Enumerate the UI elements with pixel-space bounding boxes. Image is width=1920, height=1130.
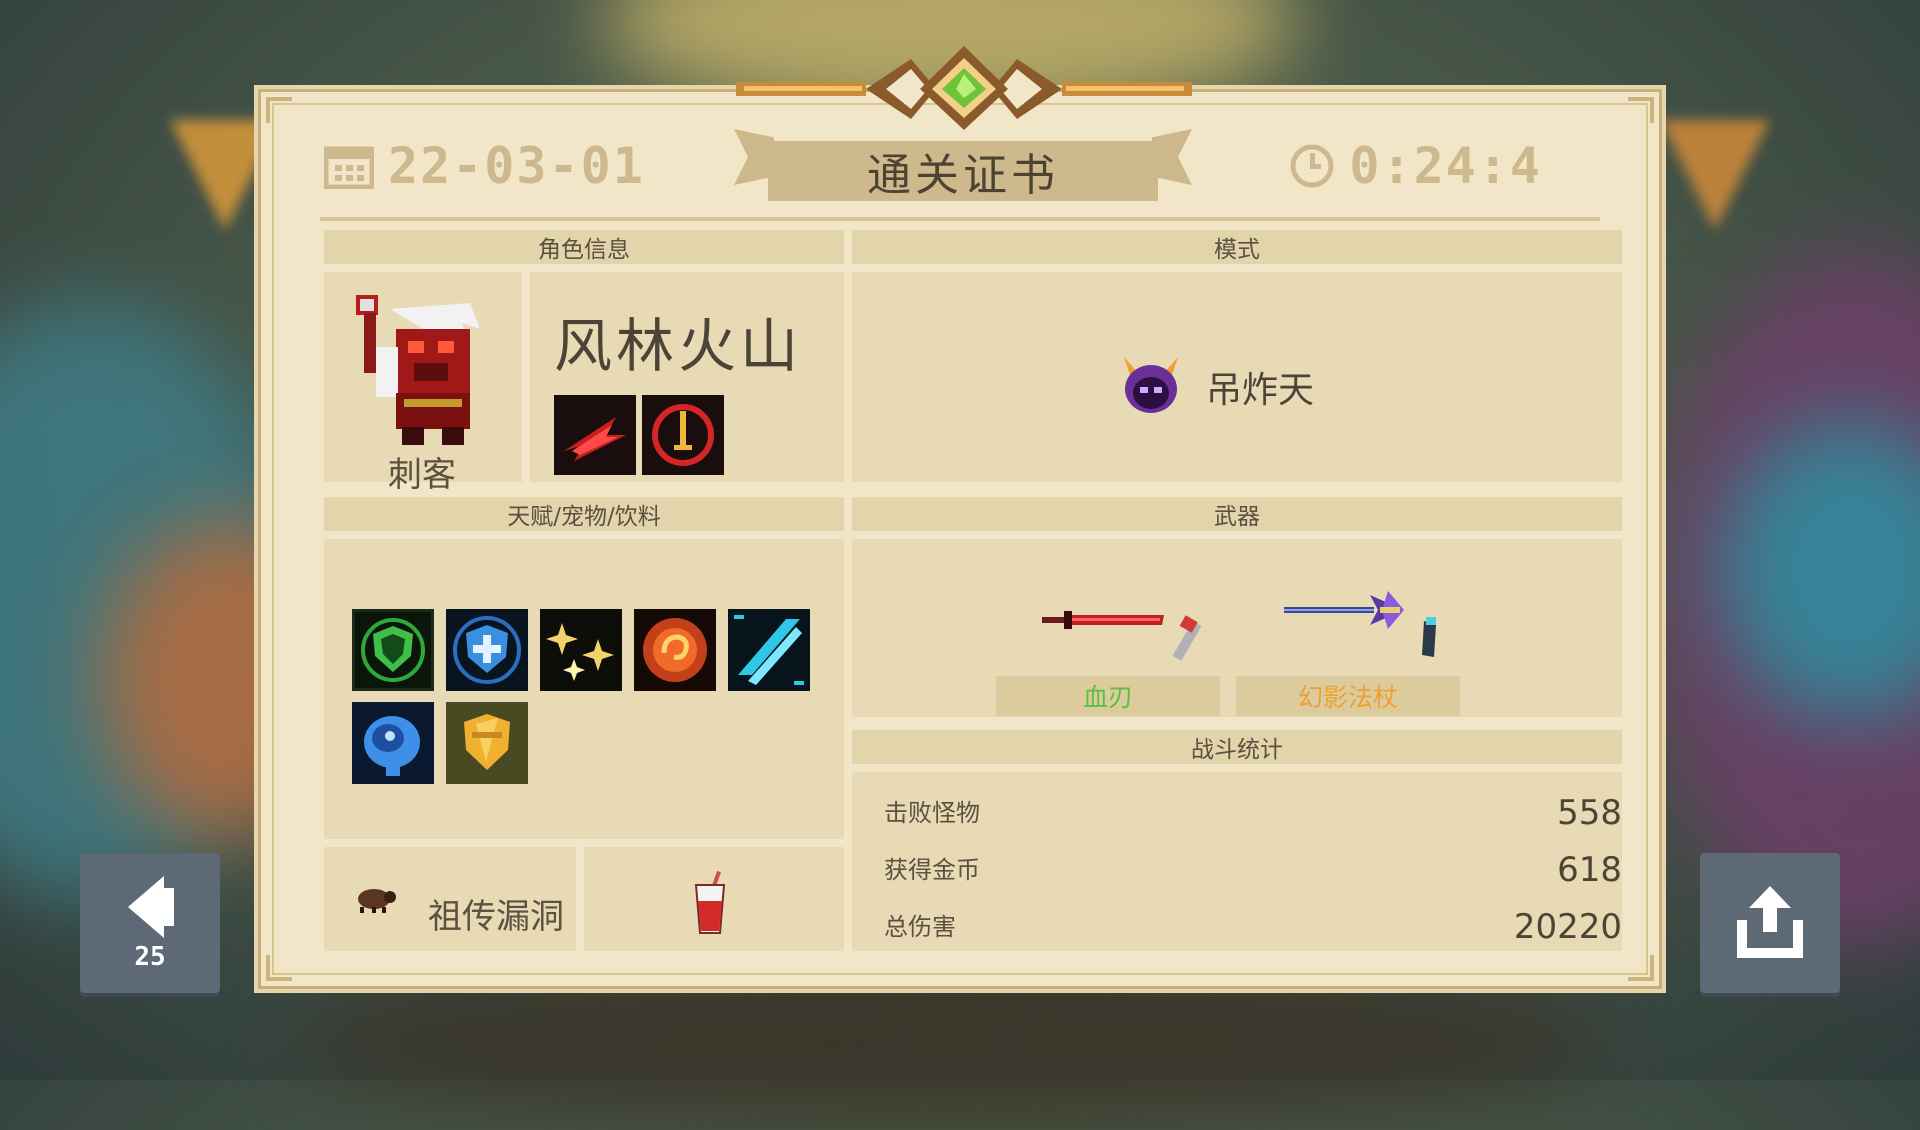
- stat-label: 击败怪物: [884, 799, 980, 827]
- character-class: 刺客: [388, 455, 456, 495]
- stat-value: 20220: [1513, 907, 1622, 947]
- stat-value: 558: [1557, 793, 1622, 833]
- stat-label: 获得金币: [884, 856, 980, 884]
- cyan-slash-icon: [728, 609, 810, 691]
- sparkle-burst-icon: [540, 609, 622, 691]
- mode-name: 吊炸天: [1206, 370, 1315, 411]
- section-header-weapons: 武器: [852, 497, 1622, 531]
- blood-blade-icon: [1042, 611, 1202, 661]
- divider: [320, 217, 1600, 221]
- stat-label: 总伤害: [884, 913, 956, 941]
- title-ribbon: 通关证书: [734, 129, 1192, 201]
- corner-ornament: [266, 97, 292, 123]
- gold-shield-icon: [446, 702, 528, 784]
- corner-ornament: [1628, 955, 1654, 981]
- fire-swirl-icon: [634, 609, 716, 691]
- calendar-icon: [324, 146, 374, 189]
- stat-row-monsters-defeated: 击败怪物 558: [884, 793, 1622, 833]
- green-shield-icon: [352, 609, 434, 691]
- back-counter: 25: [134, 942, 166, 972]
- page-title: 通关证书: [867, 150, 1059, 201]
- date-display: 22-03-01: [324, 137, 645, 195]
- pet-name: 祖传漏洞: [428, 897, 564, 937]
- stat-value: 618: [1557, 850, 1622, 890]
- back-button[interactable]: 25: [80, 853, 220, 993]
- section-header-character-info: 角色信息: [324, 230, 844, 264]
- blue-shield-cross-icon: [446, 609, 528, 691]
- purple-demon-helmet-icon: [1124, 357, 1178, 413]
- share-icon: [1737, 886, 1803, 958]
- weapon-label: 血刃: [1082, 683, 1133, 712]
- clock-icon: [1290, 144, 1334, 188]
- corner-ornament: [266, 955, 292, 981]
- back-arrow-icon: [128, 876, 174, 938]
- stat-row-gold-earned: 获得金币 618: [884, 850, 1622, 890]
- phantom-staff-icon: [1284, 591, 1436, 657]
- time-display: 0:24:4: [1289, 137, 1542, 195]
- weapon-label: 幻影法杖: [1297, 683, 1398, 712]
- character-skin-name: 风林火山: [554, 312, 803, 380]
- gem-ornament-icon: [736, 46, 1192, 130]
- section-header-mode: 模式: [852, 230, 1622, 264]
- section-header-battle-stats: 战斗统计: [852, 730, 1622, 764]
- red-drink-cup-icon: [694, 871, 726, 934]
- date-value: 22-03-01: [388, 137, 645, 195]
- time-value: 0:24:4: [1349, 137, 1542, 195]
- clear-certificate-card: 22-03-01 通关证书 0:24:4 角色信息 刺客 风林火山 模式 吊炸天…: [254, 46, 1666, 993]
- assassin-character-icon: [356, 295, 480, 445]
- blue-brain-icon: [352, 702, 434, 784]
- sword-circle-skill-icon: [642, 395, 724, 475]
- weapon-name-phantom-staff: 幻影法杖: [1236, 676, 1460, 716]
- weapon-name-blood-blade: 血刃: [996, 676, 1220, 716]
- corner-ornament: [1628, 97, 1654, 123]
- dash-skill-icon: [554, 395, 636, 475]
- stat-row-total-damage: 总伤害 20220: [884, 907, 1622, 947]
- ribbon-tail: [1152, 129, 1192, 185]
- bug-pet-icon: [358, 889, 396, 913]
- share-button[interactable]: [1700, 853, 1840, 993]
- section-header-talents: 天赋/宠物/饮料: [324, 497, 844, 531]
